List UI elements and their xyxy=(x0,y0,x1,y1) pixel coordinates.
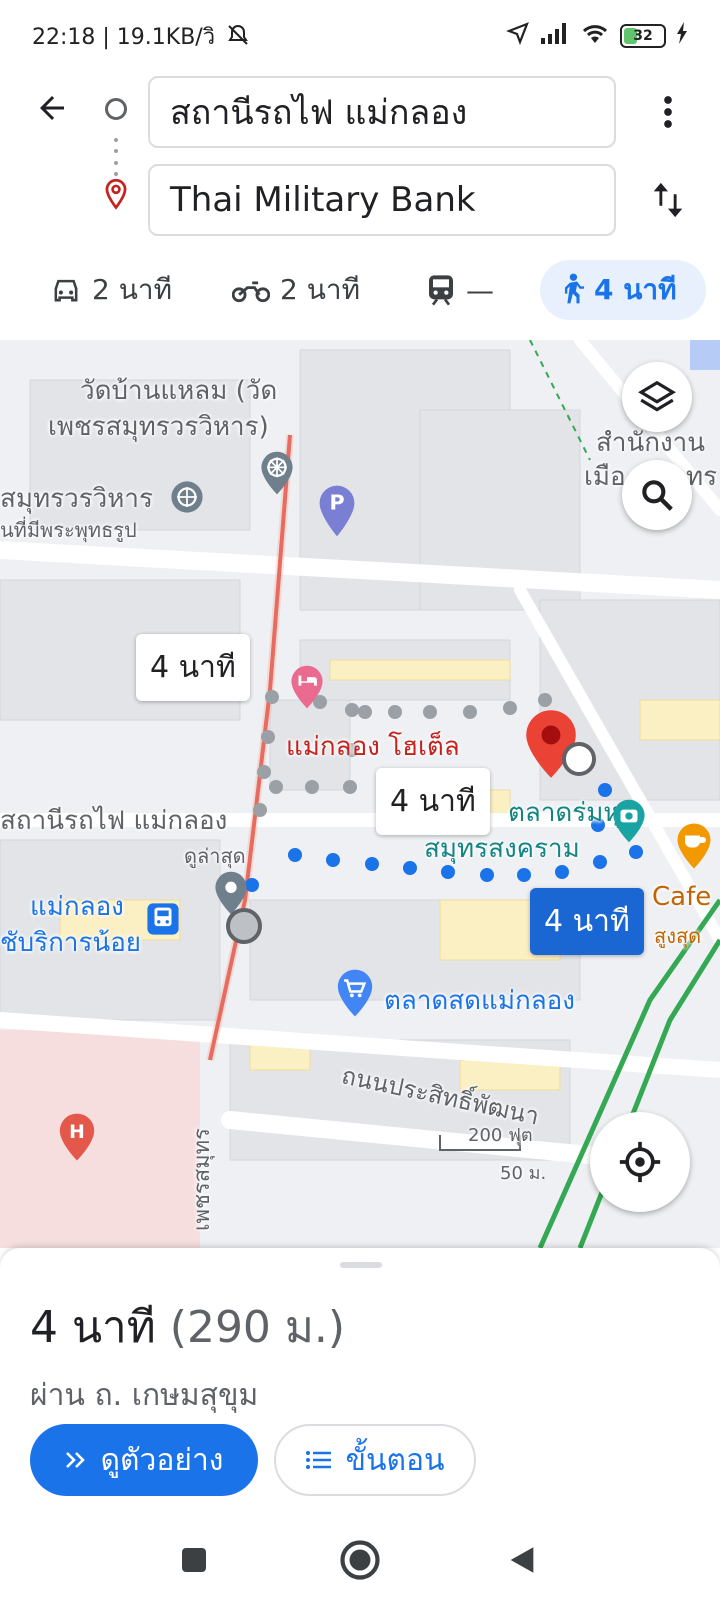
route-duration: 4 นาที xyxy=(30,1302,156,1353)
list-icon xyxy=(306,1451,332,1469)
battery-icon: 32 xyxy=(620,24,666,48)
layers-icon xyxy=(638,380,676,412)
signal-icon xyxy=(540,22,570,50)
place-label-temple-4[interactable]: นที่มีพระพุทธรูป xyxy=(0,514,137,546)
route-time-selected[interactable]: 4 นาที xyxy=(530,888,644,955)
route-distance: (290 ม.) xyxy=(169,1302,346,1353)
route-connector xyxy=(114,138,118,176)
home-circle-icon xyxy=(340,1540,380,1580)
search-icon xyxy=(642,480,673,511)
layers-button[interactable] xyxy=(622,362,692,432)
walk-icon xyxy=(564,273,584,304)
status-bar: 22:18 | 19.1KB/วิ 32 xyxy=(0,0,720,72)
origin-input[interactable]: สถานีรถไฟ แม่กลอง xyxy=(148,76,616,148)
camera-marker-icon[interactable] xyxy=(612,798,646,848)
steps-button-label: ขั้นตอน xyxy=(345,1442,445,1478)
destination-input[interactable]: Thai Military Bank xyxy=(148,164,616,236)
tab-motorcycle-label: 2 นาที xyxy=(280,273,361,306)
place-label-temple[interactable]: วัดบ้านแหลม (วัด xyxy=(80,370,277,411)
back-nav-button[interactable] xyxy=(496,1534,548,1586)
my-location-button[interactable] xyxy=(590,1112,690,1212)
crosshair-icon xyxy=(619,1141,661,1183)
route-summary-sheet[interactable]: 4 นาที (290 ม.) ผ่าน ถ. เกษมสุขุม ดูตัวอ… xyxy=(0,1248,720,1520)
battery-level: 32 xyxy=(633,28,653,44)
hospital-marker-icon[interactable]: H xyxy=(58,1112,96,1166)
travel-mode-tabs: 2 นาที 2 นาที — 4 นาที xyxy=(0,254,720,326)
tab-transit-label: — xyxy=(466,273,494,307)
steps-button[interactable]: ขั้นตอน xyxy=(274,1424,476,1496)
wifi-icon xyxy=(580,21,610,51)
tab-transit[interactable]: — xyxy=(408,260,512,320)
place-label-maeklong-2[interactable]: ชับริการน้อย xyxy=(0,922,141,963)
route-time-alt-2[interactable]: 4 นาที xyxy=(376,768,490,835)
mute-icon xyxy=(226,23,250,53)
temple-marker-icon[interactable] xyxy=(260,450,294,500)
market-marker-icon[interactable] xyxy=(336,968,374,1022)
car-icon xyxy=(54,279,78,302)
square-icon xyxy=(182,1548,206,1572)
cafe-marker-icon[interactable] xyxy=(676,822,712,874)
tab-driving[interactable]: 2 นาที xyxy=(32,260,190,320)
route-time-alt-1[interactable]: 4 นาที xyxy=(136,634,250,701)
place-label-maeklong[interactable]: แม่กลอง xyxy=(30,886,124,927)
tab-driving-label: 2 นาที xyxy=(92,273,173,306)
place-label-station[interactable]: สถานีรถไฟ แม่กลอง xyxy=(0,800,227,841)
temple-marker-2-icon[interactable] xyxy=(170,480,204,518)
sheet-drag-handle[interactable] xyxy=(340,1262,382,1268)
place-label-cafe-2[interactable]: สูงสุด xyxy=(654,920,701,952)
swap-vert-icon xyxy=(653,182,683,218)
transit-icon xyxy=(429,275,453,306)
place-label-latest: ดูล่าสุด xyxy=(184,844,246,868)
place-label-temple-3[interactable]: สมุทรวรวิหาร xyxy=(0,478,153,519)
parking-marker-icon[interactable]: P xyxy=(318,484,356,542)
tab-walking[interactable]: 4 นาที xyxy=(540,260,706,320)
more-vert-icon xyxy=(664,96,672,128)
destination-pin-icon xyxy=(102,178,130,216)
tab-motorcycle[interactable]: 2 นาที xyxy=(214,260,378,320)
back-arrow-icon xyxy=(40,96,64,120)
double-chevron-right-icon xyxy=(65,1452,85,1468)
preview-button[interactable]: ดูตัวอย่าง xyxy=(30,1424,258,1496)
svg-text:P: P xyxy=(329,490,344,514)
swap-button[interactable] xyxy=(640,172,696,228)
origin-start-dot xyxy=(226,908,262,944)
back-button[interactable] xyxy=(26,82,78,134)
triangle-back-icon xyxy=(510,1547,534,1573)
hotel-marker-icon[interactable] xyxy=(290,664,324,714)
charging-icon xyxy=(676,22,688,50)
motorcycle-icon xyxy=(232,281,270,303)
destination-end-dot xyxy=(562,742,596,776)
tab-walking-label: 4 นาที xyxy=(594,273,677,306)
more-options-button[interactable] xyxy=(640,84,696,140)
status-time: 22:18 | 19.1KB/วิ xyxy=(32,19,506,54)
route-summary: 4 นาที (290 ม.) xyxy=(30,1292,345,1362)
place-label-cafe[interactable]: Cafe xyxy=(652,882,711,912)
svg-text:H: H xyxy=(69,1122,85,1143)
search-along-route-button[interactable] xyxy=(622,460,692,530)
directions-header: สถานีรถไฟ แม่กลอง Thai Military Bank xyxy=(0,72,720,242)
scale-feet: 200 ฟุต xyxy=(468,1125,533,1146)
home-button[interactable] xyxy=(334,1534,386,1586)
preview-button-label: ดูตัวอย่าง xyxy=(100,1442,224,1478)
place-label-temple-2[interactable]: เพชรสมุทรวรวิหาร) xyxy=(48,406,269,447)
map-view[interactable]: วัดบ้านแหลม (วัด เพชรสมุทรวรวิหาร) สมุทร… xyxy=(0,340,720,1248)
place-label-fresh-market[interactable]: ตลาดสดแม่กลอง xyxy=(384,980,575,1021)
train-station-marker-icon[interactable] xyxy=(146,902,180,940)
street-label: เพชรสมุทร xyxy=(190,1127,216,1232)
place-label-hotel[interactable]: แม่กลอง โฮเต็ล xyxy=(286,726,460,767)
route-via: ผ่าน ถ. เกษมสุขุม xyxy=(30,1378,259,1413)
location-icon xyxy=(505,21,530,51)
scale-meters: 50 ม. xyxy=(500,1163,547,1184)
system-nav-bar xyxy=(0,1520,720,1600)
status-time-text: 22:18 | 19.1KB/วิ xyxy=(32,24,216,50)
origin-circle-icon xyxy=(105,98,127,120)
recents-button[interactable] xyxy=(168,1534,220,1586)
